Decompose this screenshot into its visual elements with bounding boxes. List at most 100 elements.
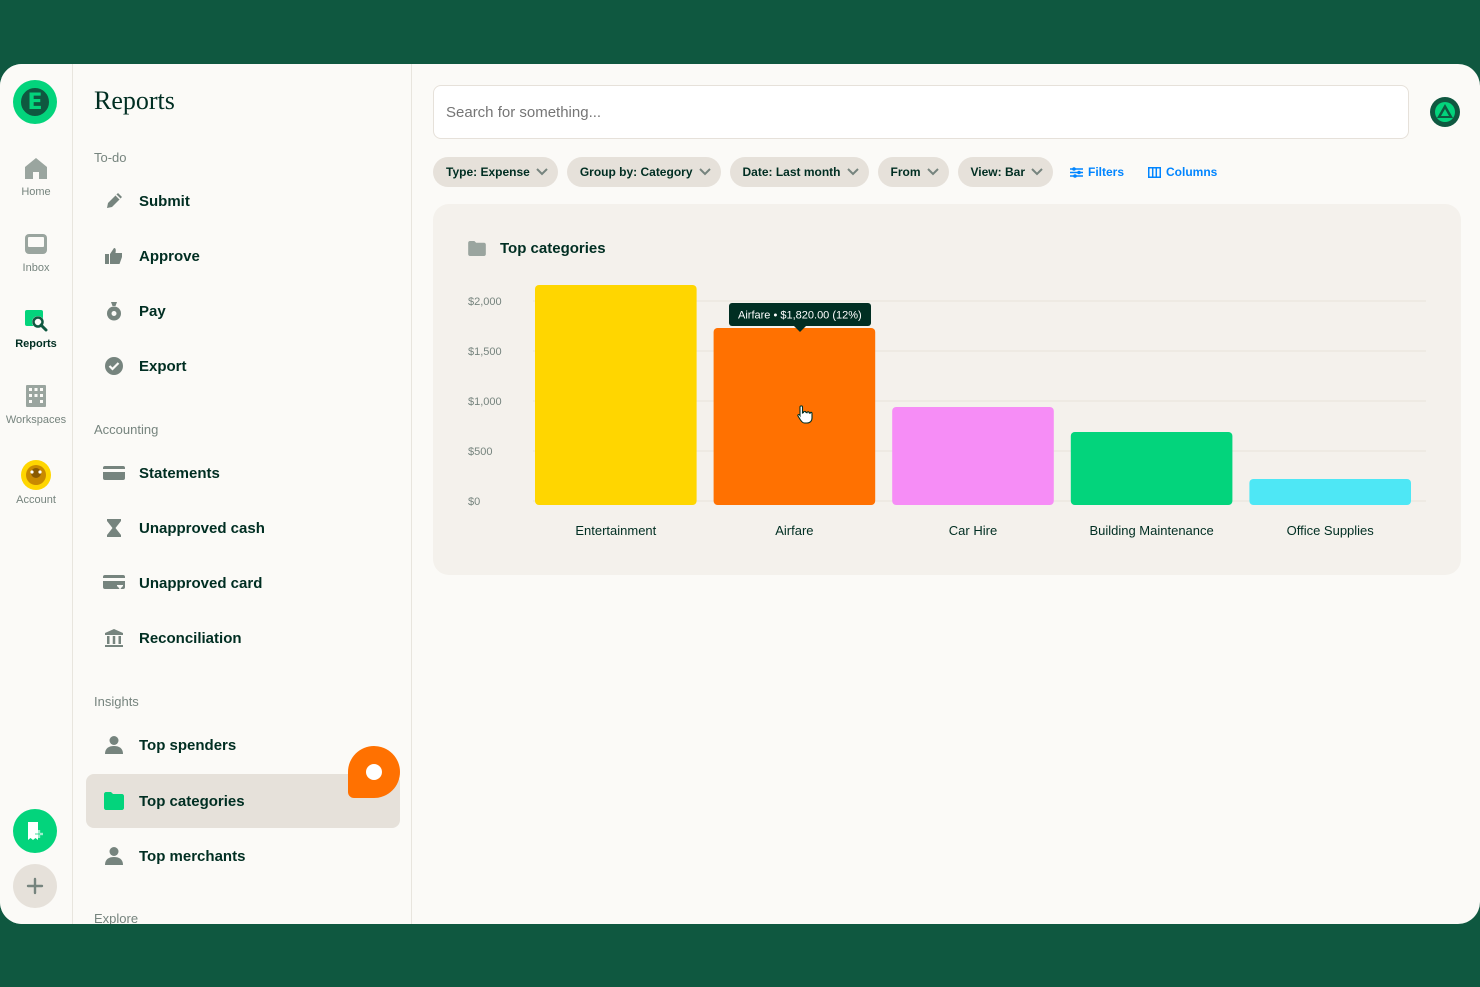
app-window: E Home Inbox Reports Workspaces Account (0, 64, 1480, 924)
top-categories-card: Top categories $0 $500 $1,000 $1,500 $2,000 … (433, 204, 1461, 575)
folder-icon (103, 790, 125, 812)
building-icon (26, 385, 46, 407)
rail-item-reports[interactable]: Reports (0, 308, 72, 350)
rail-item-home[interactable]: Home (0, 156, 72, 198)
bar-chart: $0 $500 $1,000 $1,500 $2,000 Entertainment Ai… (468, 285, 1426, 538)
reports-sidebar: Reports To-do Submit Approve Pay Export … (73, 64, 412, 924)
columns-label: Columns (1166, 165, 1218, 179)
filters-button[interactable]: Filters (1069, 165, 1124, 179)
create-button[interactable] (13, 864, 57, 908)
group-by-filter-pill[interactable]: Group by: Category (566, 157, 721, 187)
rail-item-label: Reports (15, 338, 57, 350)
bank-icon (103, 627, 125, 649)
expensify-logo[interactable]: E (13, 80, 57, 124)
sidebar-item-label: Export (139, 357, 187, 375)
columns-icon (1148, 166, 1161, 178)
sidebar-item-label: Top categories (139, 792, 245, 810)
sidebar-item-statements[interactable]: Statements (86, 446, 400, 500)
sidebar-item-label: Top spenders (139, 736, 237, 754)
rail-item-workspaces[interactable]: Workspaces (0, 384, 72, 426)
section-todo: To-do (94, 150, 127, 165)
chevron-down-icon (536, 168, 548, 176)
user-avatar[interactable] (1430, 97, 1460, 127)
rail-item-label: Workspaces (5, 414, 67, 426)
rail-item-label: Account (16, 494, 56, 506)
chevron-down-icon (846, 168, 859, 176)
pill-label: From (890, 165, 921, 179)
money-bag-icon (103, 300, 125, 322)
bar-entertainment[interactable] (535, 285, 697, 505)
workspace-avatar-icon (1435, 102, 1455, 122)
y-tick-label: $500 (468, 446, 492, 458)
filters-label: Filters (1087, 165, 1124, 179)
account-avatar-icon (21, 460, 51, 490)
section-insights: Insights (94, 694, 139, 709)
filters-icon (1069, 166, 1083, 178)
person-icon (103, 845, 125, 867)
view-filter-pill[interactable]: View: Bar (957, 157, 1053, 187)
rail-item-label: Home (21, 186, 51, 198)
home-icon (25, 158, 47, 179)
columns-button[interactable]: Columns (1148, 165, 1217, 179)
bar-office-supplies[interactable] (1249, 479, 1411, 505)
sidebar-item-submit[interactable]: Submit (86, 174, 400, 228)
filter-bar: Type: Expense Group by: Category Date: L… (433, 157, 1233, 187)
thumbs-up-icon (103, 245, 125, 267)
reports-icon (25, 310, 48, 332)
x-category-label: Building Maintenance (1089, 523, 1213, 538)
bar-airfare[interactable] (713, 328, 876, 505)
nav-rail: E Home Inbox Reports Workspaces Account (0, 64, 73, 924)
sidebar-item-label: Approve (139, 247, 200, 265)
chevron-down-icon (698, 168, 711, 176)
card-icon (103, 462, 125, 484)
search-input[interactable] (433, 85, 1409, 139)
logo-mark: E (19, 86, 51, 118)
section-explore: Explore (94, 911, 139, 924)
y-tick-label: $2,000 (468, 296, 502, 308)
sidebar-item-label: Reconciliation (139, 629, 242, 647)
sidebar-item-reconciliation[interactable]: Reconciliation (86, 611, 400, 665)
sidebar-item-unapproved-cash[interactable]: Unapproved cash (86, 501, 400, 555)
date-filter-pill[interactable]: Date: Last month (729, 157, 869, 187)
y-tick-label: $1,000 (468, 396, 502, 408)
sidebar-item-pay[interactable]: Pay (86, 284, 400, 338)
check-circle-icon (103, 355, 125, 377)
x-category-label: Airfare (775, 523, 813, 538)
rail-item-account[interactable]: Account (0, 460, 72, 506)
pill-label: View: Bar (970, 165, 1025, 179)
section-accounting: Accounting (94, 422, 159, 437)
chevron-down-icon (926, 168, 939, 176)
chart-tooltip: Airfare • $1,820.00 (12%) (729, 303, 871, 332)
sidebar-item-top-merchants[interactable]: Top merchants (86, 829, 400, 883)
person-icon (103, 734, 125, 756)
sidebar-title: Reports (94, 86, 175, 115)
chat-dot-icon (366, 764, 382, 780)
pencil-icon (103, 190, 125, 212)
pill-label: Date: Last month (742, 165, 841, 179)
bar-car-hire[interactable] (892, 407, 1054, 505)
pill-label: Type: Expense (446, 165, 530, 179)
bar-building-maintenance[interactable] (1070, 432, 1233, 505)
sidebar-item-label: Unapproved cash (139, 519, 265, 537)
type-filter-pill[interactable]: Type: Expense (433, 157, 558, 187)
sidebar-item-unapproved-card[interactable]: Unapproved card (86, 556, 400, 610)
sidebar-item-label: Top merchants (139, 847, 246, 865)
hourglass-icon (103, 517, 125, 539)
sidebar-item-label: Pay (139, 302, 166, 320)
chat-bubble-button[interactable] (348, 746, 400, 798)
y-tick-label: $0 (468, 496, 480, 508)
receipt-plus-icon (28, 822, 43, 840)
new-expense-button[interactable] (13, 809, 57, 853)
sidebar-item-approve[interactable]: Approve (86, 229, 400, 283)
rail-item-label: Inbox (22, 262, 50, 274)
rail-item-inbox[interactable]: Inbox (0, 232, 72, 274)
chevron-down-icon (1031, 168, 1043, 176)
tooltip-text: Airfare • $1,820.00 (12%) (738, 310, 862, 322)
sidebar-item-label: Submit (139, 192, 190, 210)
from-filter-pill[interactable]: From (877, 157, 949, 187)
sidebar-item-export[interactable]: Export (86, 339, 400, 393)
plus-icon (26, 877, 44, 895)
main-content: Type: Expense Group by: Category Date: L… (412, 64, 1480, 924)
pill-label: Group by: Category (579, 165, 693, 179)
inbox-icon (25, 234, 47, 254)
